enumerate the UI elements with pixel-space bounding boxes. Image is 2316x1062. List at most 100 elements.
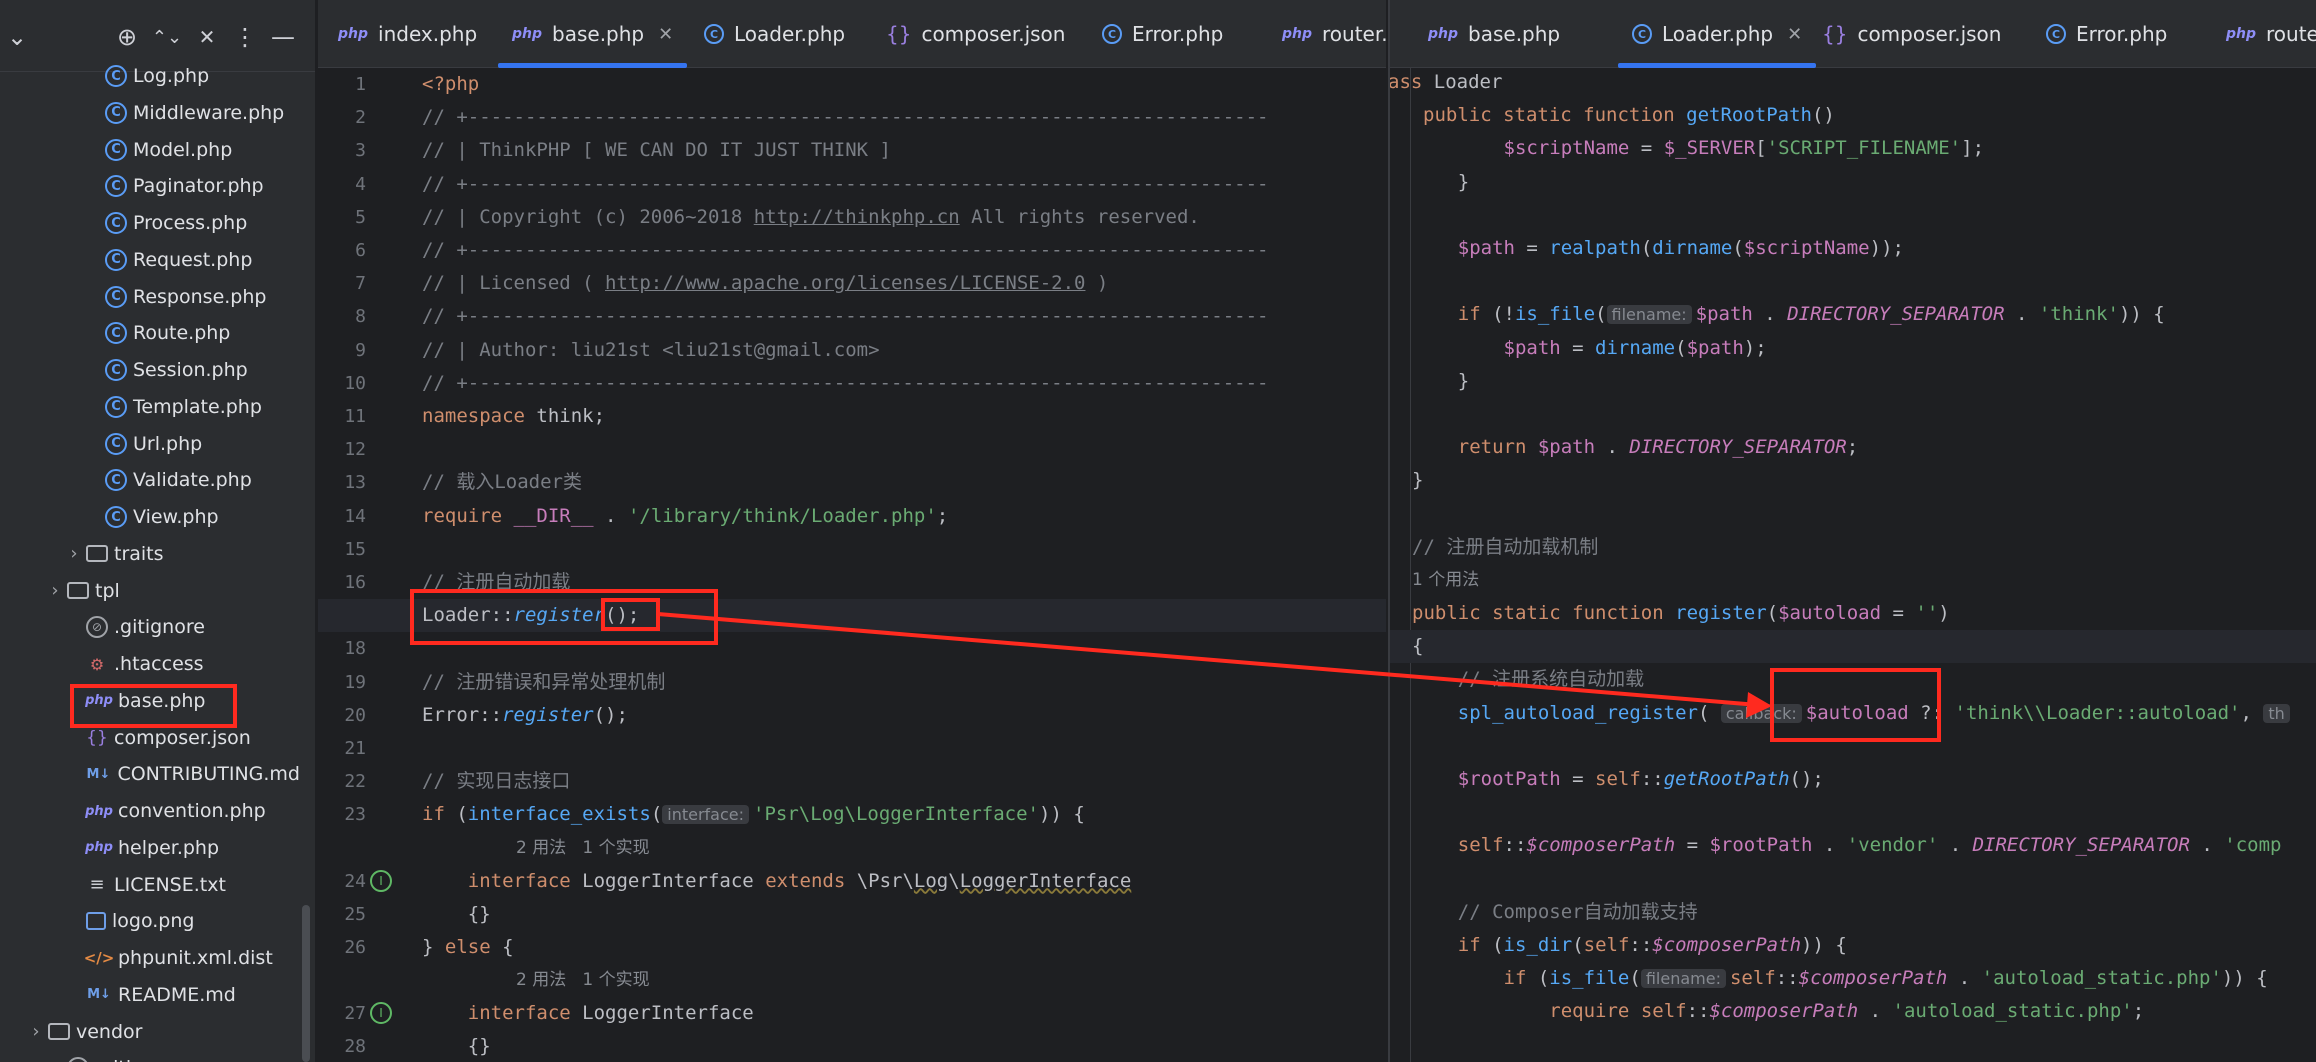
code-token: <?php bbox=[422, 73, 480, 95]
tree-item[interactable]: logo.png bbox=[0, 903, 300, 939]
tab-composer-json[interactable]: {} composer.json bbox=[872, 0, 1079, 68]
close-icon[interactable]: ✕ bbox=[658, 24, 673, 45]
tab-error-php[interactable]: C Error.php bbox=[2032, 0, 2181, 68]
code-token: ( bbox=[1526, 967, 1550, 990]
tab-base-php[interactable]: php base.php ✕ bbox=[498, 0, 688, 68]
code-token: . bbox=[1858, 1000, 1893, 1023]
code-token: else bbox=[444, 936, 491, 958]
usage-hint[interactable]: 1 个用法 bbox=[1412, 566, 1479, 594]
usage-hint[interactable]: 2 用法 1 个实现 bbox=[516, 834, 650, 862]
locate-target-icon[interactable]: ⊕ bbox=[110, 20, 144, 54]
class-file-icon: C bbox=[105, 248, 127, 271]
code-token: $composerPath bbox=[1526, 834, 1676, 857]
chevron-right-icon[interactable]: › bbox=[24, 1021, 48, 1042]
code-token: interface bbox=[467, 1002, 571, 1025]
code-token: Loader:: bbox=[422, 604, 514, 627]
tree-item[interactable]: ⊘ .gitignore bbox=[0, 1050, 300, 1062]
tree-item[interactable]: C Validate.php bbox=[0, 462, 300, 498]
tree-item[interactable]: › traits bbox=[0, 536, 300, 572]
chevron-right-icon[interactable]: › bbox=[43, 580, 67, 601]
tree-item[interactable]: C Url.php bbox=[0, 426, 300, 462]
line-number: 18 bbox=[344, 638, 366, 660]
tree-item[interactable]: M↓ README.md bbox=[0, 977, 300, 1013]
code-token: if bbox=[1503, 967, 1527, 990]
code-line: // Composer自动加载支持 bbox=[1412, 896, 1698, 929]
code-token: = bbox=[1514, 237, 1550, 259]
tree-item[interactable]: C Paginator.php bbox=[0, 168, 300, 204]
tab-composer-json[interactable]: {} composer.json bbox=[1808, 0, 2015, 68]
left-code-area[interactable]: 123456789101112131415161718192021222324I… bbox=[318, 68, 1386, 1062]
tree-item[interactable]: {} composer.json bbox=[0, 720, 300, 756]
code-token: ]; bbox=[1961, 137, 1985, 160]
hide-panel-icon[interactable]: — bbox=[266, 20, 300, 54]
tab-base-php[interactable]: php base.php bbox=[1414, 0, 1574, 68]
code-token: $composerPath bbox=[1709, 1000, 1859, 1023]
usage-hint[interactable]: 2 用法 1 个实现 bbox=[516, 966, 650, 994]
tab-error-php[interactable]: C Error.php bbox=[1088, 0, 1237, 68]
tree-item[interactable]: php helper.php bbox=[0, 830, 300, 866]
class-file-icon: C bbox=[105, 432, 127, 455]
tree-item[interactable]: ≡ LICENSE.txt bbox=[0, 867, 300, 903]
more-options-icon[interactable]: ⋮ bbox=[228, 20, 262, 54]
collapse-all-icon[interactable]: ✕ bbox=[190, 20, 224, 54]
chevron-right-icon[interactable]: › bbox=[62, 543, 86, 564]
tree-item[interactable]: C Log.php bbox=[0, 58, 300, 94]
tab-loader-php[interactable]: C Loader.php ✕ bbox=[1618, 0, 1817, 68]
tree-item[interactable]: C Response.php bbox=[0, 279, 300, 315]
tree-item[interactable]: C Process.php bbox=[0, 205, 300, 241]
line-number: 13 bbox=[344, 472, 366, 494]
sidebar-scrollbar[interactable] bbox=[302, 905, 310, 1062]
tree-item-label: View.php bbox=[133, 506, 219, 528]
code-token: // | ThinkPHP [ WE CAN DO IT JUST THINK … bbox=[422, 139, 891, 162]
code-token: \Psr\ bbox=[845, 869, 914, 892]
chevron-down-icon[interactable]: ⌄ bbox=[0, 20, 34, 54]
tree-item-label: logo.png bbox=[112, 910, 195, 933]
tree-item[interactable]: C Template.php bbox=[0, 389, 300, 425]
tree-item[interactable]: › tpl bbox=[0, 573, 300, 609]
tab-router-ph[interactable]: php router.ph bbox=[1268, 0, 1386, 68]
tree-item[interactable]: C Route.php bbox=[0, 315, 300, 351]
right-code-area[interactable]: ass Loader public static function getRoot… bbox=[1390, 68, 2316, 1062]
tree-item[interactable]: C Request.php bbox=[0, 242, 300, 278]
tree-item[interactable]: ⊘ .gitignore bbox=[0, 609, 300, 645]
tree-item[interactable]: M↓ CONTRIBUTING.md bbox=[0, 756, 300, 792]
code-token: (); bbox=[593, 703, 628, 726]
tab-loader-php[interactable]: C Loader.php bbox=[690, 0, 859, 68]
code-line: if (is_dir(self::$composerPath)) { bbox=[1412, 929, 1847, 962]
tree-item[interactable]: C Session.php bbox=[0, 352, 300, 388]
tree-item[interactable]: › vendor bbox=[0, 1014, 300, 1050]
project-tree: C Log.php C Middleware.php C Model.php C Pagina… bbox=[0, 65, 315, 1062]
json-file-icon: {} bbox=[1822, 22, 1848, 46]
class-file-icon: C bbox=[105, 506, 127, 528]
code-token: // +------------------------------------… bbox=[422, 172, 1269, 195]
line-number: 14 bbox=[344, 505, 366, 527]
tree-item[interactable]: C Model.php bbox=[0, 132, 300, 168]
code-token: if bbox=[1457, 934, 1481, 956]
code-token: http://thinkphp.cn bbox=[753, 205, 960, 228]
code-line: namespace think; bbox=[422, 400, 605, 433]
line-number: 6 bbox=[355, 240, 366, 261]
implemented-icon[interactable]: I bbox=[370, 869, 392, 892]
tree-item-label: Model.php bbox=[133, 138, 233, 161]
class-file-icon: C bbox=[105, 469, 127, 492]
tree-item[interactable]: php base.php bbox=[0, 683, 300, 719]
expand-all-icon[interactable]: ⌃⌄ bbox=[150, 20, 184, 54]
tree-item-label: Response.php bbox=[133, 285, 267, 308]
code-token: = bbox=[1560, 336, 1596, 359]
code-line: interface LoggerInterface extends \Psr\L… bbox=[422, 865, 1132, 898]
parameter-hint: callback: bbox=[1720, 703, 1802, 723]
code-line: // 实现日志接口 bbox=[422, 765, 570, 798]
tree-item[interactable]: ⚙ .htaccess bbox=[0, 646, 300, 682]
tab-label: Loader.php bbox=[734, 22, 846, 46]
code-token: $path bbox=[1537, 436, 1596, 459]
tab-router-ph[interactable]: php router.ph bbox=[2212, 0, 2316, 68]
tree-item[interactable]: </> phpunit.xml.dist bbox=[0, 940, 300, 976]
tab-index-php[interactable]: php index.php bbox=[324, 0, 491, 68]
tree-item[interactable]: php convention.php bbox=[0, 793, 300, 829]
tree-item[interactable]: C Middleware.php bbox=[0, 95, 300, 131]
close-icon[interactable]: ✕ bbox=[1787, 24, 1802, 45]
tree-item[interactable]: C View.php bbox=[0, 499, 300, 535]
implemented-icon[interactable]: I bbox=[370, 1002, 392, 1025]
